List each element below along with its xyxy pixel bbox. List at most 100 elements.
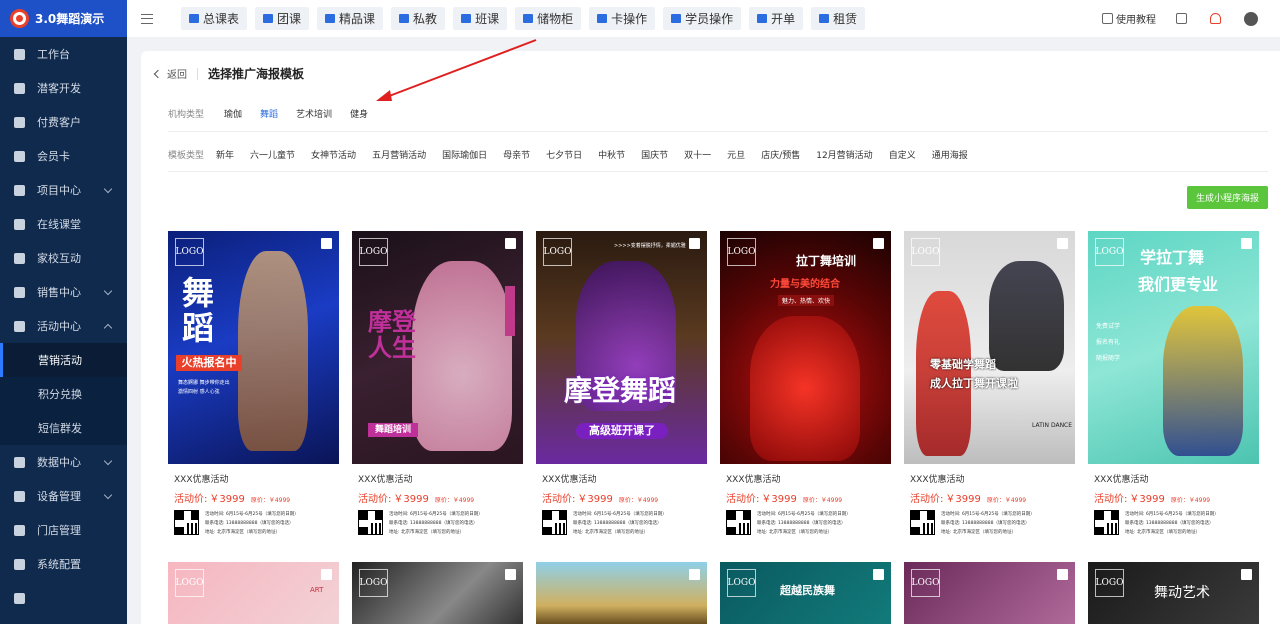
poster-card[interactable]: LOGO 舞蹈 火热报名中 舞态婀娜 舞步带你走出 激情四射 感人心弦 XXX优…	[168, 231, 339, 537]
select-checkbox[interactable]	[1057, 569, 1068, 580]
template-type-option[interactable]: 通用海报	[932, 148, 968, 161]
org-type-yoga[interactable]: 瑜伽	[224, 107, 242, 120]
poster-image[interactable]: LOGO 拉丁舞培训 力量与美的结合 魅力、热情、欢快	[720, 231, 891, 464]
poster-ribbon: 火热报名中	[176, 355, 242, 371]
poster-card[interactable]: LOGO 零基础学舞蹈 成人拉丁舞开课啦 LATIN DANCE XXX优惠活动…	[904, 231, 1075, 537]
sidebar-item-workbench[interactable]: 工作台	[0, 37, 127, 71]
select-checkbox[interactable]	[321, 569, 332, 580]
qr-code-icon	[358, 510, 383, 535]
template-type-option[interactable]: 新年	[216, 148, 234, 161]
template-type-option[interactable]: 12月营销活动	[816, 148, 872, 161]
poster-card[interactable]	[536, 562, 707, 624]
poster-card[interactable]: LOGO	[904, 562, 1075, 624]
org-type-dance[interactable]: 舞蹈	[260, 107, 278, 120]
chevron-down-icon	[103, 490, 113, 500]
tab-card-ops[interactable]: 卡操作	[589, 7, 656, 30]
poster-image[interactable]: LOGO 摩登人生 舞蹈培训	[352, 231, 523, 464]
poster-image[interactable]: LOGO 学拉丁舞 我们更专业 免费试学 报名有礼 随报随学	[1088, 231, 1259, 464]
select-checkbox[interactable]	[873, 238, 884, 249]
user-menu[interactable]	[1244, 11, 1260, 26]
sidebar-subitem-sms[interactable]: 短信群发	[0, 411, 127, 445]
poster-image[interactable]: LOGO	[352, 562, 523, 624]
sidebar-item-activity[interactable]: 活动中心	[0, 309, 127, 343]
template-type-option[interactable]: 五月营销活动	[372, 148, 426, 161]
template-type-option[interactable]: 元旦	[727, 148, 745, 161]
template-type-option[interactable]: 六一儿童节	[250, 148, 295, 161]
org-type-art[interactable]: 艺术培训	[296, 107, 332, 120]
template-type-option[interactable]: 双十一	[684, 148, 711, 161]
template-type-option[interactable]: 自定义	[889, 148, 916, 161]
poster-card[interactable]: LOGO	[352, 562, 523, 624]
select-checkbox[interactable]	[321, 238, 332, 249]
generate-poster-button[interactable]: 生成小程序海报	[1187, 186, 1268, 209]
original-price: 原价：￥4999	[802, 497, 843, 504]
tab-rental[interactable]: 租赁	[811, 7, 866, 30]
poster-image[interactable]: LOGO 舞动艺术	[1088, 562, 1259, 624]
poster-ribbon: 我们更专业	[1138, 275, 1219, 294]
template-type-option[interactable]: 国际瑜伽日	[442, 148, 487, 161]
poster-image[interactable]: LOGO 舞蹈 火热报名中 舞态婀娜 舞步带你走出 激情四射 感人心弦	[168, 231, 339, 464]
qr-button[interactable]	[1176, 13, 1190, 24]
select-checkbox[interactable]	[505, 238, 516, 249]
select-checkbox[interactable]	[1241, 238, 1252, 249]
menu-toggle-icon[interactable]	[141, 13, 153, 24]
template-type-option[interactable]: 店庆/预售	[761, 148, 800, 161]
select-checkbox[interactable]	[689, 238, 700, 249]
book-icon	[263, 14, 274, 23]
tab-private[interactable]: 私教	[391, 7, 446, 30]
poster-card[interactable]: LOGO 舞动艺术	[1088, 562, 1259, 624]
sidebar-item-online-class[interactable]: 在线课堂	[0, 207, 127, 241]
select-checkbox[interactable]	[1057, 238, 1068, 249]
poster-image[interactable]: LOGO 超越民族舞	[720, 562, 891, 624]
filter-label: 模板类型	[168, 151, 205, 161]
select-checkbox[interactable]	[505, 569, 516, 580]
poster-card[interactable]: LOGO 拉丁舞培训 力量与美的结合 魅力、热情、欢快 XXX优惠活动 活动价:…	[720, 231, 891, 537]
info-row: 活动时间: 6月15号-6月25号（填写您的日期） 联系电话: 138888888…	[910, 510, 1075, 537]
sidebar-item-sales[interactable]: 销售中心	[0, 275, 127, 309]
template-type-option[interactable]: 母亲节	[503, 148, 530, 161]
poster-card[interactable]: LOGO ART	[168, 562, 339, 624]
org-type-fitness[interactable]: 健身	[350, 107, 368, 120]
poster-image[interactable]: LOGO 零基础学舞蹈 成人拉丁舞开课啦 LATIN DANCE	[904, 231, 1075, 464]
sidebar-item-stores[interactable]: 门店管理	[0, 513, 127, 547]
poster-image[interactable]: LOGO >>>>变着摆脱抒情，柔媚优雅 摩登舞蹈 高级班开课了	[536, 231, 707, 464]
poster-image[interactable]: LOGO	[904, 562, 1075, 624]
select-checkbox[interactable]	[1241, 569, 1252, 580]
template-type-option[interactable]: 七夕节日	[546, 148, 582, 161]
notification-button[interactable]	[1210, 13, 1224, 24]
tab-premium-class[interactable]: 精品课	[317, 7, 384, 30]
sidebar-item-home-school[interactable]: 家校互动	[0, 241, 127, 275]
sidebar-subitem-points[interactable]: 积分兑换	[0, 377, 127, 411]
poster-card[interactable]: LOGO 超越民族舞	[720, 562, 891, 624]
sidebar-item-settings[interactable]: 系统配置	[0, 547, 127, 581]
tab-group-class[interactable]: 团课	[255, 7, 310, 30]
poster-card[interactable]: LOGO >>>>变着摆脱抒情，柔媚优雅 摩登舞蹈 高级班开课了 XXX优惠活动…	[536, 231, 707, 537]
tab-schedule[interactable]: 总课表	[181, 7, 248, 30]
sidebar-item-member-card[interactable]: 会员卡	[0, 139, 127, 173]
poster-card[interactable]: LOGO 学拉丁舞 我们更专业 免费试学 报名有礼 随报随学 XXX优惠活动 活…	[1088, 231, 1259, 537]
sidebar-item-leads[interactable]: 潜客开发	[0, 71, 127, 105]
select-checkbox[interactable]	[689, 569, 700, 580]
original-price: 原价：￥4999	[986, 497, 1027, 504]
sidebar-item-paid-customers[interactable]: 付费客户	[0, 105, 127, 139]
tab-order[interactable]: 开单	[749, 7, 804, 30]
sidebar-item-apps[interactable]	[0, 581, 127, 615]
card-title: XXX优惠活动	[910, 475, 965, 485]
back-button[interactable]: 返回	[153, 66, 187, 81]
select-checkbox[interactable]	[873, 569, 884, 580]
sidebar-item-data[interactable]: 数据中心	[0, 445, 127, 479]
tab-locker[interactable]: 储物柜	[515, 7, 582, 30]
sidebar-item-projects[interactable]: 项目中心	[0, 173, 127, 207]
tab-class[interactable]: 班课	[453, 7, 508, 30]
poster-image[interactable]: LOGO ART	[168, 562, 339, 624]
template-type-option[interactable]: 女神节活动	[311, 148, 356, 161]
template-type-option[interactable]: 中秋节	[598, 148, 625, 161]
poster-card[interactable]: LOGO 摩登人生 舞蹈培训 XXX优惠活动 活动价: ￥3999 原价：￥4999…	[352, 231, 523, 537]
template-type-option[interactable]: 国庆节	[641, 148, 668, 161]
poster-image[interactable]	[536, 562, 707, 624]
help-button[interactable]: 使用教程	[1102, 11, 1156, 26]
tab-student-ops[interactable]: 学员操作	[663, 7, 742, 30]
brand[interactable]: 3.0舞蹈演示	[0, 0, 127, 37]
sidebar-subitem-marketing[interactable]: 营销活动	[0, 343, 127, 377]
sidebar-item-devices[interactable]: 设备管理	[0, 479, 127, 513]
